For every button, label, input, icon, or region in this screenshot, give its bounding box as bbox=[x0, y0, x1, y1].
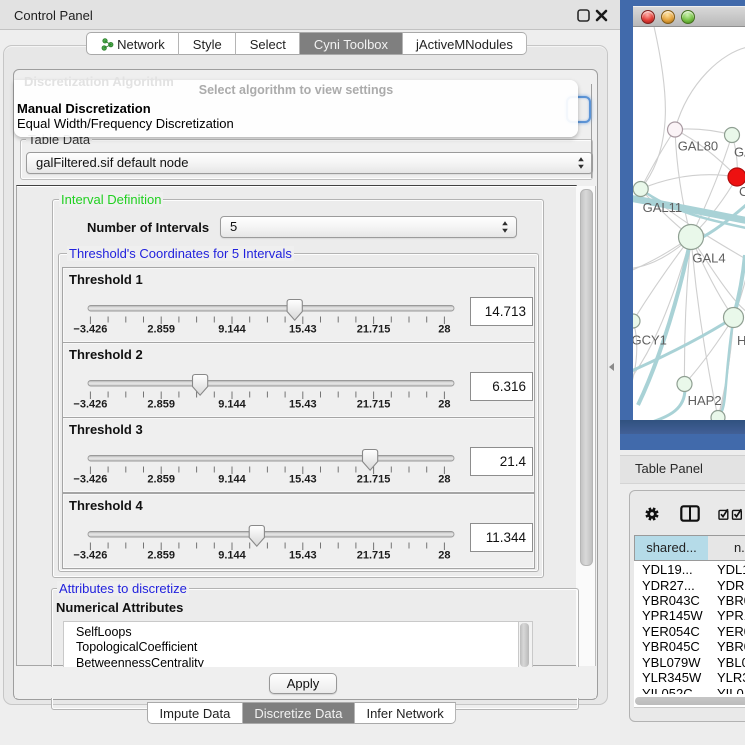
svg-text:9.144: 9.144 bbox=[218, 474, 246, 486]
svg-text:9.144: 9.144 bbox=[218, 324, 246, 336]
svg-text:GAL11: GAL11 bbox=[643, 200, 683, 215]
svg-text:21.715: 21.715 bbox=[357, 474, 391, 486]
svg-text:HAP2: HAP2 bbox=[688, 393, 722, 408]
svg-text:2.859: 2.859 bbox=[147, 324, 175, 336]
svg-text:15.43: 15.43 bbox=[289, 399, 317, 411]
svg-text:2.859: 2.859 bbox=[147, 549, 175, 561]
svg-text:21.715: 21.715 bbox=[357, 324, 391, 336]
svg-text:21.715: 21.715 bbox=[357, 399, 391, 411]
svg-text:2.859: 2.859 bbox=[147, 399, 175, 411]
svg-text:GAL4: GAL4 bbox=[692, 251, 725, 266]
svg-text:H: H bbox=[737, 333, 745, 348]
svg-text:9.144: 9.144 bbox=[218, 399, 246, 411]
svg-text:9.144: 9.144 bbox=[218, 549, 246, 561]
svg-text:C: C bbox=[739, 184, 745, 199]
svg-text:15.43: 15.43 bbox=[289, 324, 317, 336]
svg-text:21.715: 21.715 bbox=[357, 549, 391, 561]
svg-text:−3.426: −3.426 bbox=[73, 474, 107, 486]
svg-text:GCY1: GCY1 bbox=[633, 333, 667, 348]
svg-text:2.859: 2.859 bbox=[147, 474, 175, 486]
svg-text:−3.426: −3.426 bbox=[73, 549, 107, 561]
svg-text:−3.426: −3.426 bbox=[73, 324, 107, 336]
svg-text:28: 28 bbox=[438, 474, 450, 486]
svg-text:28: 28 bbox=[438, 399, 450, 411]
svg-text:28: 28 bbox=[438, 324, 450, 336]
svg-text:15.43: 15.43 bbox=[289, 474, 317, 486]
svg-text:15.43: 15.43 bbox=[289, 549, 317, 561]
svg-text:28: 28 bbox=[438, 549, 450, 561]
svg-text:GAL80: GAL80 bbox=[678, 139, 718, 154]
svg-text:−3.426: −3.426 bbox=[73, 399, 107, 411]
svg-text:GA: GA bbox=[734, 145, 745, 160]
